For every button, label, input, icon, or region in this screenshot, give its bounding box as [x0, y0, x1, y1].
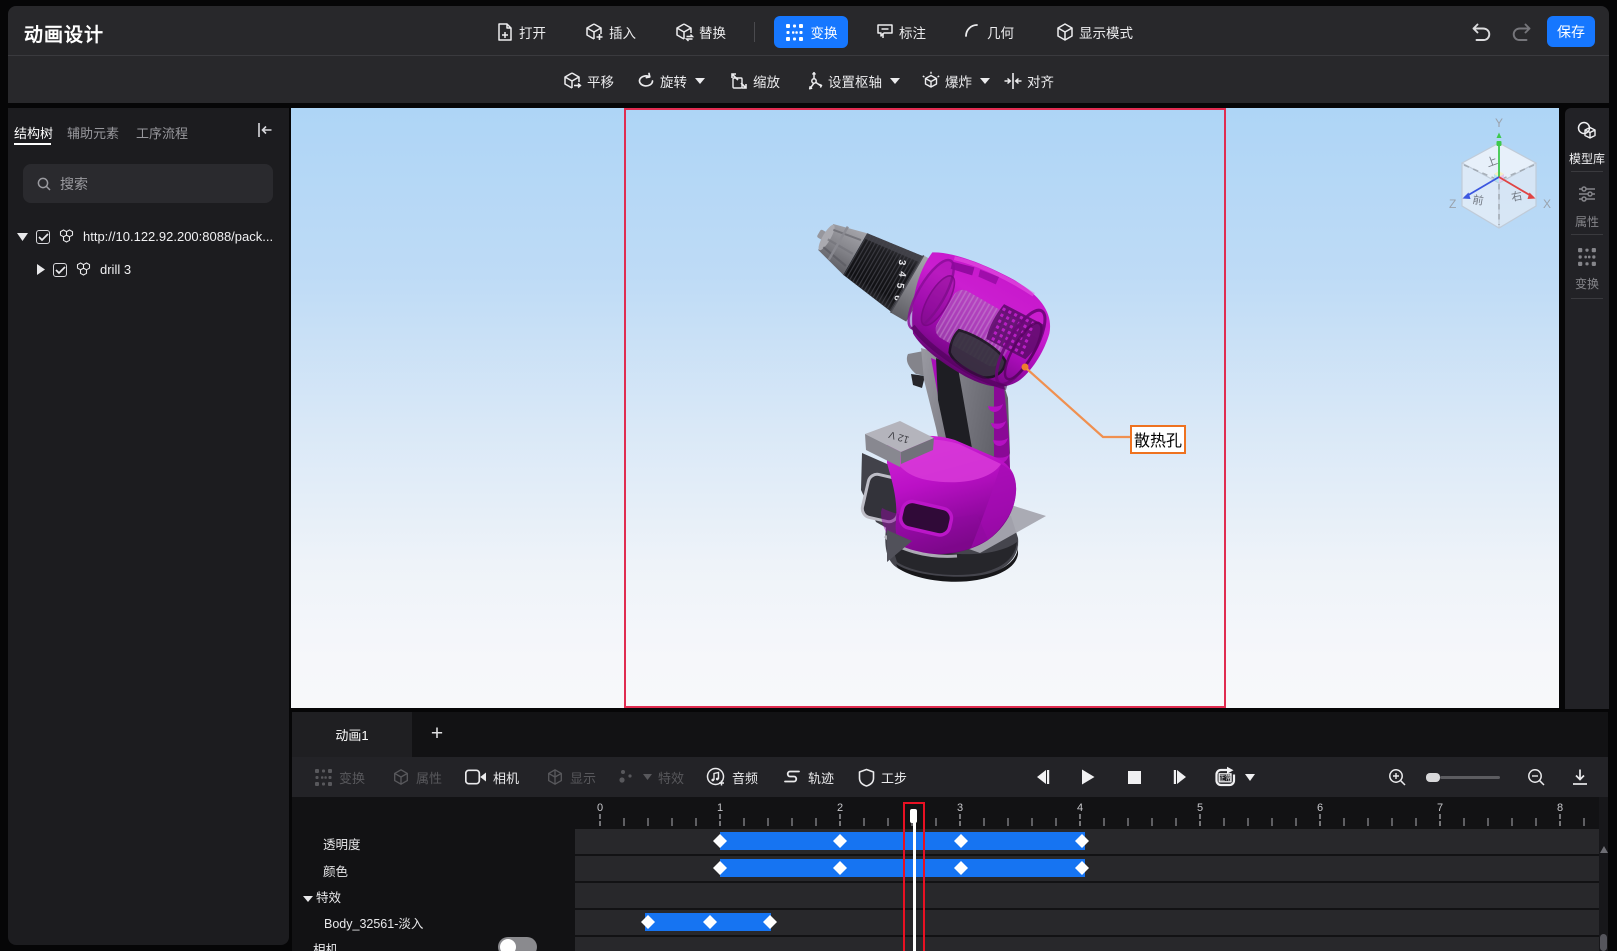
svg-text:正常: 正常	[1219, 773, 1232, 782]
svg-text:Y: Y	[1495, 116, 1503, 130]
svg-text:X: X	[1543, 197, 1551, 211]
svg-text:散热孔: 散热孔	[1134, 432, 1182, 450]
svg-text:Z: Z	[1449, 197, 1456, 211]
